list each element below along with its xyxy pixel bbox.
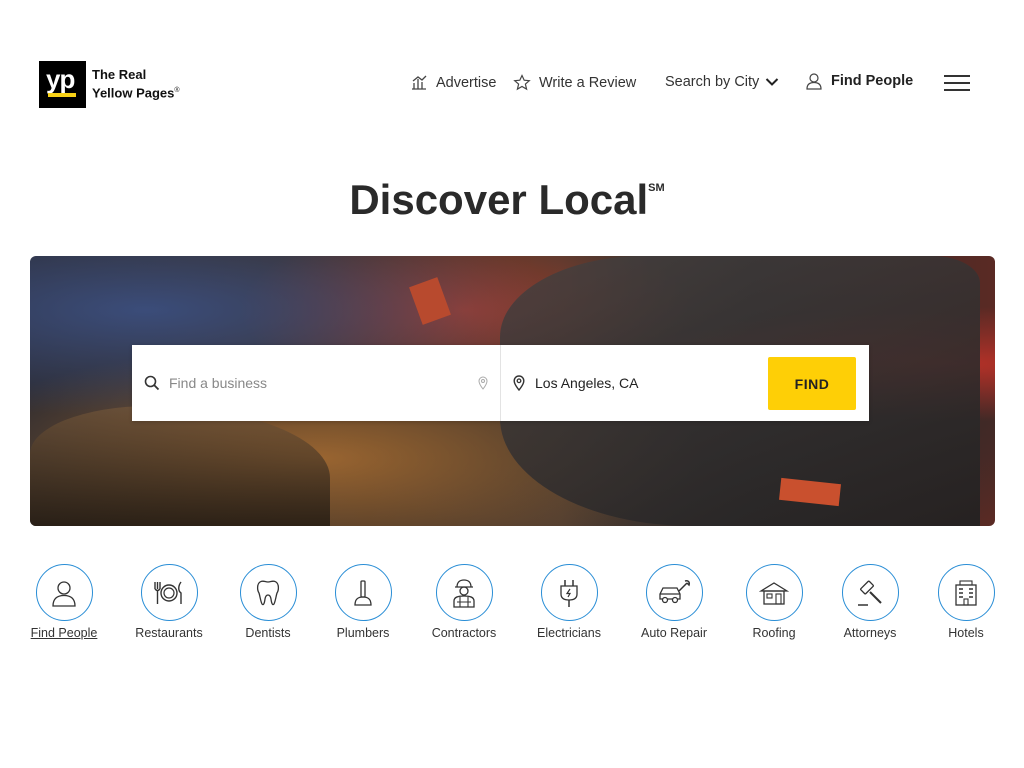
hero-stripe bbox=[409, 277, 451, 325]
category-find-people[interactable]: Find People bbox=[14, 564, 114, 640]
location-value: Los Angeles, CA bbox=[535, 375, 639, 391]
nav-find-people[interactable]: Find People bbox=[805, 72, 913, 90]
page-title: Discover LocalSM bbox=[0, 176, 1014, 224]
worker-icon bbox=[453, 578, 475, 608]
logo-line-2: Yellow Pages® bbox=[92, 85, 180, 101]
location-field[interactable]: Los Angeles, CA bbox=[502, 345, 762, 421]
nav-advertise[interactable]: Advertise bbox=[410, 74, 496, 91]
hamburger-menu-icon[interactable] bbox=[944, 75, 970, 91]
house-icon bbox=[759, 581, 789, 605]
plug-icon bbox=[560, 579, 578, 607]
category-dentists[interactable]: Dentists bbox=[218, 564, 318, 640]
chart-icon bbox=[412, 75, 427, 90]
nav-search-by-city[interactable]: Search by City bbox=[665, 74, 779, 90]
find-button[interactable]: FIND bbox=[768, 357, 856, 410]
category-label: Dentists bbox=[245, 626, 291, 640]
category-label: Find People bbox=[30, 626, 98, 640]
person-icon bbox=[806, 73, 822, 90]
category-label: Roofing bbox=[752, 626, 796, 640]
yp-logo-mark: yp bbox=[39, 61, 86, 108]
location-pin-icon bbox=[478, 376, 488, 390]
category-icon-ring bbox=[645, 564, 703, 621]
category-restaurants[interactable]: Restaurants bbox=[119, 564, 219, 640]
restaurant-icon bbox=[154, 581, 182, 604]
logo-wordmark: The Real Yellow Pages® bbox=[92, 67, 180, 101]
gavel-icon bbox=[858, 580, 882, 606]
category-label: Auto Repair bbox=[640, 626, 707, 640]
service-mark: SM bbox=[648, 182, 665, 194]
search-bar: Find a business Los Angeles, CA FIND bbox=[132, 345, 869, 421]
category-contractors[interactable]: Contractors bbox=[414, 564, 514, 640]
category-label: Attorneys bbox=[843, 626, 897, 640]
category-icon-ring bbox=[334, 564, 392, 621]
nav-write-review[interactable]: Write a Review bbox=[513, 74, 636, 91]
star-icon bbox=[513, 74, 531, 91]
logo-line-1: The Real bbox=[92, 67, 147, 83]
category-label: Restaurants bbox=[135, 626, 203, 640]
category-label: Hotels bbox=[948, 626, 984, 640]
person-icon bbox=[52, 580, 76, 607]
category-icon-ring bbox=[140, 564, 198, 621]
category-attorneys[interactable]: Attorneys bbox=[820, 564, 920, 640]
page-title-text: Discover Local bbox=[349, 176, 649, 223]
category-electricians[interactable]: Electricians bbox=[519, 564, 619, 640]
nav-find-people-label: Find People bbox=[831, 73, 914, 89]
category-icon-ring bbox=[745, 564, 803, 621]
category-label: Electricians bbox=[537, 626, 601, 640]
category-row: Find People Restaurants Dentists Plumber… bbox=[0, 564, 1024, 644]
registered-mark: ® bbox=[174, 87, 180, 95]
location-pin-icon bbox=[513, 375, 525, 391]
car-wrench-icon bbox=[659, 579, 690, 603]
category-icon-ring bbox=[239, 564, 297, 621]
plunger-icon bbox=[354, 579, 372, 606]
category-label: Contractors bbox=[431, 626, 497, 640]
category-icon-ring bbox=[540, 564, 598, 621]
business-search-field[interactable]: Find a business bbox=[132, 345, 501, 421]
category-plumbers[interactable]: Plumbers bbox=[313, 564, 413, 640]
logo-yellow-bar bbox=[48, 93, 76, 97]
yp-logo[interactable]: yp The Real Yellow Pages® bbox=[39, 61, 180, 108]
hero-banner: Find a business Los Angeles, CA FIND bbox=[30, 256, 995, 526]
tooth-icon bbox=[256, 579, 280, 605]
category-icon-ring bbox=[435, 564, 493, 621]
category-icon-ring bbox=[937, 564, 995, 621]
category-label: Plumbers bbox=[336, 626, 390, 640]
nav-write-review-label: Write a Review bbox=[539, 74, 637, 91]
category-icon-ring bbox=[841, 564, 899, 621]
category-hotels[interactable]: Hotels bbox=[916, 564, 1016, 640]
business-search-placeholder: Find a business bbox=[169, 375, 268, 391]
category-icon-ring bbox=[35, 564, 93, 621]
nav-search-by-city-label: Search by City bbox=[665, 74, 760, 90]
category-auto-repair[interactable]: Auto Repair bbox=[624, 564, 724, 640]
logo-mark-text: yp bbox=[46, 64, 75, 94]
chevron-down-icon bbox=[766, 78, 779, 86]
category-roofing[interactable]: Roofing bbox=[724, 564, 824, 640]
nav-advertise-label: Advertise bbox=[436, 74, 497, 91]
search-icon bbox=[144, 375, 160, 391]
hotel-icon bbox=[955, 579, 977, 606]
hero-engine-shape bbox=[30, 406, 330, 526]
